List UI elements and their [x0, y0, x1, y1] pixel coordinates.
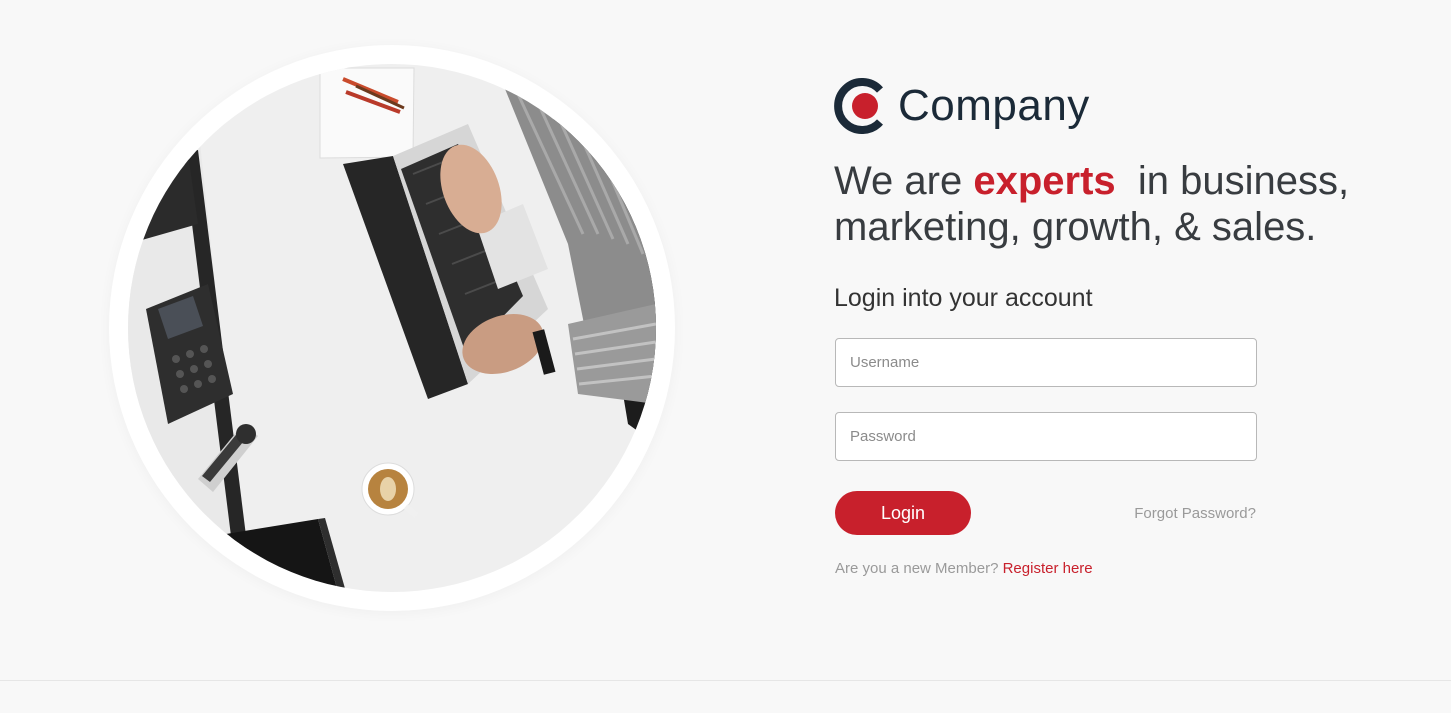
forgot-password-link[interactable]: Forgot Password? — [1134, 505, 1256, 522]
username-field-wrapper — [835, 338, 1257, 387]
headline-accent: experts — [973, 159, 1116, 203]
register-prompt: Are you a new Member? — [835, 560, 999, 577]
login-button[interactable]: Login — [835, 491, 971, 535]
company-logo-icon — [834, 78, 883, 134]
hero-photo-frame — [109, 45, 675, 611]
headline-line2: marketing, growth, & sales. — [834, 205, 1317, 249]
hero-headline: We are experts in business, marketing, g… — [834, 158, 1394, 250]
register-prompt-line: Are you a new Member? Register here — [835, 560, 1093, 577]
login-title: Login into your account — [834, 284, 1093, 312]
username-input[interactable] — [836, 339, 1256, 386]
footer-divider — [0, 680, 1451, 681]
headline-line1-suffix: in business, — [1137, 159, 1350, 203]
password-field-wrapper — [835, 412, 1257, 461]
headline-prefix: We are — [834, 159, 963, 203]
brand-logo[interactable]: Company — [834, 76, 1090, 136]
brand-name: Company — [898, 81, 1090, 130]
password-input[interactable] — [836, 413, 1256, 460]
register-link[interactable]: Register here — [1003, 560, 1093, 577]
hero-photo — [128, 64, 656, 592]
login-page: Company We are experts in business, mark… — [0, 0, 1451, 713]
